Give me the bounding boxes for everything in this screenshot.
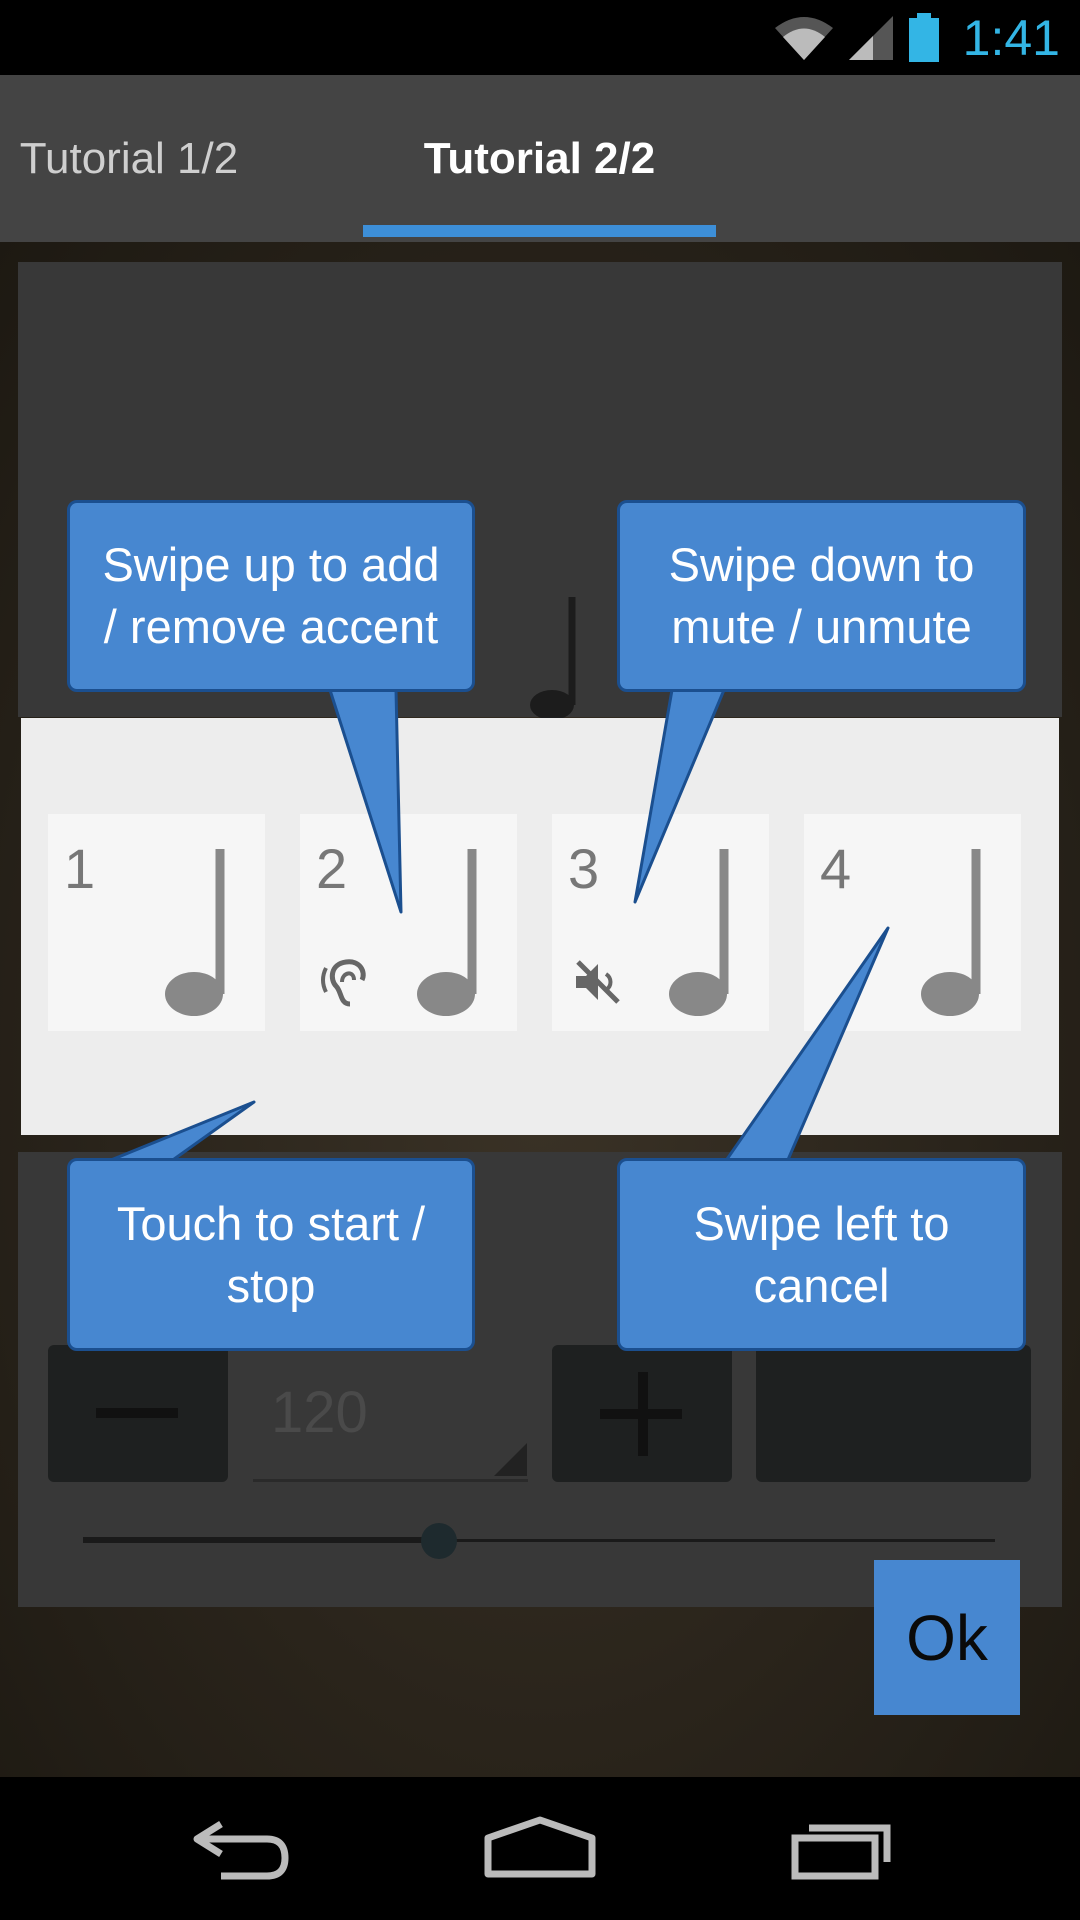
tab-selected-indicator	[363, 225, 716, 237]
tab-tutorial-1[interactable]: Tutorial 1/2	[0, 75, 258, 242]
back-button[interactable]	[140, 1777, 340, 1920]
home-button[interactable]	[440, 1777, 640, 1920]
callout-start-stop-hint: Touch to start / stop	[67, 1158, 475, 1351]
clock: 1:41	[962, 9, 1060, 66]
ghost-note-icon	[530, 597, 576, 720]
tap-tempo-button	[756, 1345, 1031, 1482]
nav-bar	[0, 1777, 1080, 1920]
callout-mute-hint: Swipe down to mute / unmute	[617, 500, 1026, 692]
status-bar: 1:41	[0, 0, 1080, 75]
battery-icon	[908, 12, 939, 62]
ear-icon	[321, 959, 366, 1007]
beat-cell-2[interactable]: 2	[300, 814, 517, 1031]
bpm-plus-button	[552, 1345, 732, 1482]
tempo-slider-thumb	[420, 1523, 457, 1559]
wifi-icon	[774, 16, 833, 60]
beat-cell-4[interactable]: 4	[804, 814, 1021, 1031]
beat-number: 2	[316, 837, 348, 900]
bpm-field-corner	[494, 1443, 527, 1476]
callout-cancel-line-1: Swipe left to	[693, 1196, 950, 1250]
quarter-note-icon	[165, 849, 225, 1016]
callout-mute-line-2: mute / unmute	[671, 600, 972, 653]
callout-mute-line-1: Swipe down to	[668, 538, 975, 591]
tab-bar: Tutorial 1/2 Tutorial 2/2	[0, 75, 1080, 242]
tempo-slider-fill	[83, 1537, 439, 1543]
callout-accent-hint: Swipe up to add / remove accent	[67, 500, 475, 692]
callout-cancel-hint: Swipe left to cancel	[617, 1158, 1026, 1351]
quarter-note-icon	[417, 849, 477, 1016]
beat-number: 4	[820, 837, 852, 900]
signal-icon	[848, 15, 893, 60]
tab-tutorial-2[interactable]: Tutorial 2/2	[363, 75, 716, 242]
ok-button[interactable]: Ok	[874, 1560, 1020, 1715]
bpm-value-field: 120	[253, 1345, 528, 1482]
beat-number: 1	[64, 837, 96, 900]
callout-start-stop-line-2: stop	[226, 1258, 316, 1312]
quarter-note-icon	[921, 849, 981, 1016]
back-icon	[193, 1820, 289, 1879]
mute-icon	[576, 960, 620, 1004]
beat-cell-3[interactable]: 3	[552, 814, 769, 1031]
quarter-note-icon	[669, 849, 729, 1016]
bpm-minus-button	[48, 1345, 228, 1482]
home-icon	[484, 1816, 596, 1877]
callout-start-stop-line-1: Touch to start /	[116, 1196, 426, 1250]
beat-number: 3	[568, 837, 600, 900]
recents-button[interactable]	[742, 1777, 942, 1920]
beat-cell-1[interactable]: 1	[48, 814, 265, 1031]
callout-cancel-line-2: cancel	[753, 1258, 890, 1312]
recents-icon	[791, 1824, 891, 1879]
callout-accent-line-1: Swipe up to add	[102, 538, 440, 591]
callout-accent-line-2: / remove accent	[103, 600, 439, 653]
status-icons: 1:41	[773, 0, 1060, 75]
